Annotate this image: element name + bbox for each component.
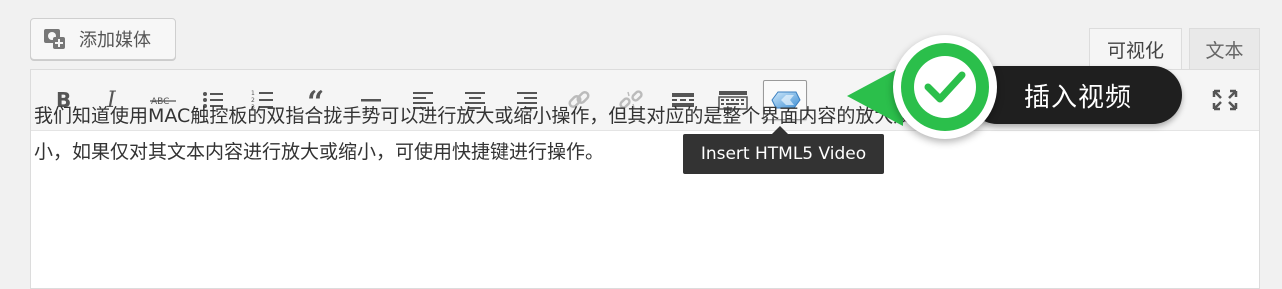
fullscreen-button[interactable] bbox=[1207, 82, 1243, 118]
content-line-2: 小，如果仅对其文本内容进行放大或缩小，可使用快捷键进行操作。 bbox=[34, 141, 605, 163]
insert-video-tooltip: Insert HTML5 Video bbox=[683, 134, 884, 174]
add-media-icon bbox=[43, 27, 69, 51]
svg-text:1: 1 bbox=[251, 90, 255, 97]
checkmark-icon bbox=[924, 71, 966, 103]
add-media-button[interactable]: 添加媒体 bbox=[30, 18, 176, 60]
callout-badge bbox=[893, 35, 997, 139]
add-media-label: 添加媒体 bbox=[79, 30, 151, 51]
fullscreen-icon bbox=[1212, 89, 1238, 111]
tab-visual[interactable]: 可视化 bbox=[1089, 28, 1182, 70]
tab-text[interactable]: 文本 bbox=[1189, 28, 1260, 70]
tooltip-arrow bbox=[772, 126, 788, 134]
callout-label: 插入视频 bbox=[968, 66, 1182, 124]
